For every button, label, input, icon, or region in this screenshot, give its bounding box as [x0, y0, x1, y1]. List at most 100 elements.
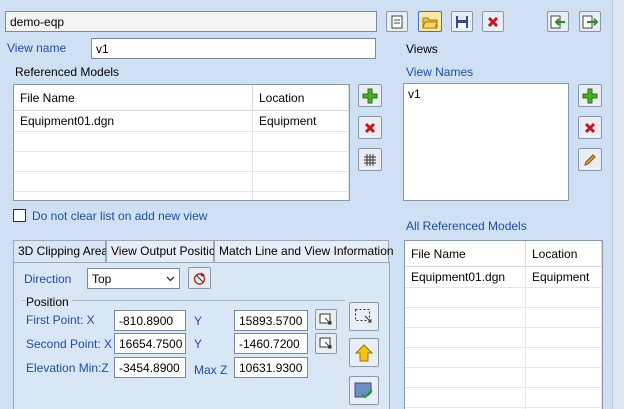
pick-second-point-button[interactable] [315, 333, 337, 354]
view-names-list[interactable]: v1 [403, 83, 569, 201]
add-model-button[interactable] [358, 84, 382, 107]
first-point-y-input[interactable]: 15893.5700 [234, 310, 308, 331]
second-point-y-input[interactable]: -1460.7200 [234, 333, 308, 354]
pencil-icon [584, 153, 596, 166]
view-name-label: View name [7, 41, 67, 55]
direction-value: Top [92, 272, 112, 286]
first-point-y-label: Y [194, 314, 203, 328]
second-point-y-label: Y [194, 337, 203, 351]
first-point-label: First Point: X [26, 313, 95, 327]
delete-x-icon [584, 122, 596, 133]
cell-location: Equipment [252, 110, 349, 132]
grid-button[interactable] [358, 148, 382, 171]
all-referenced-models-grid[interactable]: File Name Location Equipment01.dgn Equip… [404, 240, 603, 409]
project-name: demo-eqp [10, 15, 65, 29]
pick-first-point-button[interactable] [315, 309, 337, 330]
tab-label: 3D Clipping Area [18, 244, 109, 258]
tab-3d-clipping-area[interactable]: 3D Clipping Area [13, 240, 109, 263]
empty-row [14, 171, 349, 192]
first-point-x-input[interactable]: -810.8900 [114, 310, 186, 331]
plus-icon [362, 88, 378, 103]
second-point-x-input[interactable]: 16654.7500 [114, 333, 186, 354]
select-area-button[interactable] [349, 302, 379, 331]
max-z-input[interactable]: 10631.9300 [234, 357, 308, 378]
delete-file-button[interactable] [482, 11, 504, 32]
apply-check-icon [354, 382, 373, 399]
max-z-label: Max Z [194, 363, 228, 377]
do-not-clear-checkbox[interactable] [13, 209, 26, 222]
view-name-input[interactable]: v1 [91, 38, 376, 59]
table-row[interactable]: Equipment01.dgn Equipment [14, 110, 349, 132]
move-up-button[interactable] [349, 338, 379, 367]
view-name-value: v1 [96, 42, 109, 56]
referenced-models-title: Referenced Models [15, 65, 120, 79]
delete-x-icon [487, 16, 499, 27]
save-disk-icon [456, 15, 468, 28]
window-edge-strip [612, 0, 624, 409]
second-point-x-value: 16654.7500 [119, 337, 183, 351]
table-row[interactable]: Equipment01.dgn Equipment [405, 266, 602, 288]
import-button[interactable] [547, 11, 569, 32]
elevation-min-input[interactable]: -3454.8900 [114, 357, 186, 378]
project-name-field[interactable]: demo-eqp [5, 11, 377, 32]
position-label: Position [26, 295, 72, 309]
export-icon [582, 15, 598, 28]
export-button[interactable] [579, 11, 601, 32]
column-header-location[interactable]: Location [525, 241, 602, 267]
plus-icon [582, 88, 598, 103]
empty-row [14, 131, 349, 152]
pick-direction-button[interactable] [188, 267, 211, 289]
view-rotate-icon [193, 272, 206, 285]
elevation-min-value: -3454.8900 [119, 361, 180, 375]
save-button[interactable] [451, 11, 473, 32]
list-item[interactable]: v1 [408, 87, 564, 101]
new-file-button[interactable] [386, 11, 408, 32]
tab-match-line-and-view-information[interactable]: Match Line and View Information [214, 240, 394, 262]
cell-file-name: Equipment01.dgn [405, 266, 526, 288]
pick-point-icon [319, 337, 332, 348]
chevron-down-icon [166, 276, 175, 282]
pick-point-icon [319, 313, 332, 324]
first-point-y-value: 15893.5700 [239, 314, 303, 328]
column-header-file-name[interactable]: File Name [14, 85, 253, 111]
referenced-models-grid[interactable]: File Name Location Equipment01.dgn Equip… [13, 84, 350, 201]
empty-row [405, 307, 602, 328]
new-file-icon [391, 15, 403, 28]
rename-view-button[interactable] [578, 148, 602, 171]
second-point-y-value: -1460.7200 [239, 337, 300, 351]
import-icon [550, 15, 565, 28]
delete-x-icon [364, 122, 376, 133]
tab-label: View Output Position [111, 244, 223, 258]
folder-open-icon [422, 17, 438, 28]
second-point-label: Second Point: X [26, 337, 113, 351]
max-z-value: 10631.9300 [239, 361, 303, 375]
column-header-location[interactable]: Location [252, 85, 349, 111]
empty-row [405, 387, 602, 408]
all-referenced-models-title: All Referenced Models [406, 219, 527, 233]
add-view-button[interactable] [578, 84, 602, 107]
tab-strip: 3D Clipping Area View Output Position Ma… [13, 240, 394, 263]
apply-view-button[interactable] [349, 376, 379, 405]
elevation-min-label: Elevation Min:Z [26, 361, 109, 375]
first-point-x-value: -810.8900 [119, 314, 174, 328]
tab-view-output-position[interactable]: View Output Position [106, 240, 222, 262]
empty-row [405, 367, 602, 388]
open-folder-button[interactable] [418, 11, 442, 32]
view-names-label: View Names [406, 65, 474, 79]
do-not-clear-label: Do not clear list on add new view [32, 209, 208, 223]
tab-label: Match Line and View Information [219, 244, 394, 258]
empty-row [14, 191, 349, 200]
grid-icon [364, 153, 376, 166]
column-header-file-name[interactable]: File Name [405, 241, 526, 267]
cell-file-name: Equipment01.dgn [14, 110, 253, 132]
empty-row [405, 347, 602, 368]
cell-location: Equipment [525, 266, 602, 288]
arrow-up-icon [354, 343, 374, 361]
direction-label: Direction [24, 272, 72, 286]
empty-row [405, 287, 602, 308]
remove-model-button[interactable] [358, 116, 382, 139]
delete-view-button[interactable] [578, 116, 602, 139]
empty-row [405, 327, 602, 348]
direction-select[interactable]: Top [87, 268, 180, 289]
empty-row [14, 151, 349, 172]
